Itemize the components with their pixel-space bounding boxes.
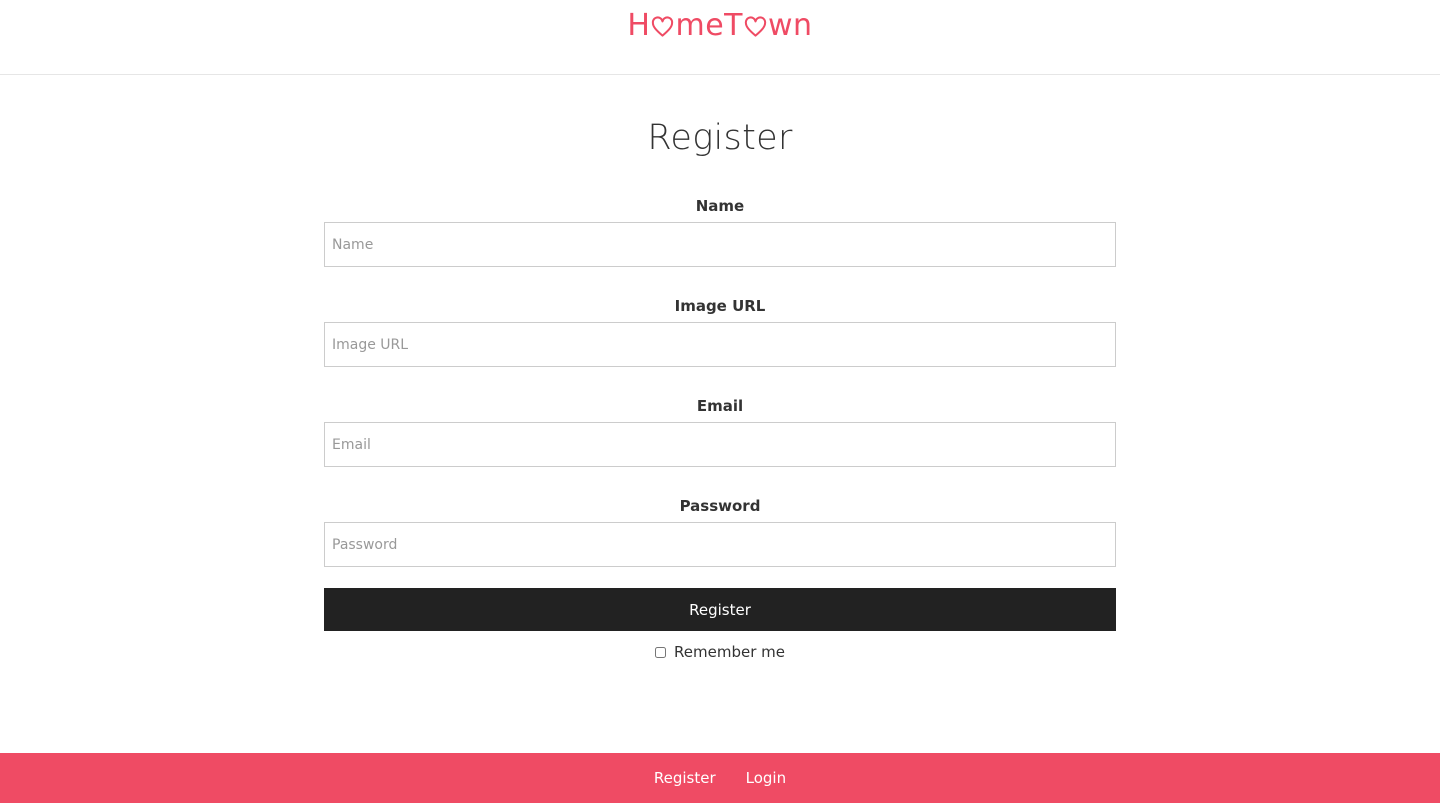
image-url-input[interactable]: [324, 322, 1116, 367]
image-url-field-group: Image URL: [324, 296, 1116, 367]
password-label: Password: [679, 497, 761, 515]
remember-me-label: Remember me: [674, 643, 785, 661]
email-field-group: Email: [324, 396, 1116, 467]
top-bar: H me T wn: [0, 0, 1440, 75]
logo-letter-h: H: [627, 8, 651, 43]
name-input[interactable]: [324, 222, 1116, 267]
register-form: Name Image URL Email Password Register R…: [324, 196, 1116, 661]
footer-register-link[interactable]: Register: [654, 769, 716, 787]
heart-icon: [652, 16, 674, 37]
heart-icon: [744, 16, 767, 37]
password-field-group: Password: [324, 496, 1116, 567]
page-title: Register: [647, 118, 793, 158]
footer-login-link[interactable]: Login: [746, 769, 786, 787]
name-field-group: Name: [324, 196, 1116, 267]
logo-letter-t: T: [724, 8, 743, 43]
logo-letters-me: me: [675, 8, 725, 43]
logo-letters-wn: wn: [768, 8, 813, 43]
remember-me-checkbox[interactable]: [655, 646, 667, 658]
email-input[interactable]: [324, 422, 1116, 467]
register-button[interactable]: Register: [324, 588, 1116, 631]
brand-logo[interactable]: H me T wn: [627, 9, 812, 43]
footer: Register Login: [0, 753, 1440, 803]
register-form-container: Register Name Image URL Email Password R…: [324, 75, 1116, 661]
image-url-label: Image URL: [674, 297, 766, 315]
remember-me-row: Remember me: [324, 643, 1116, 661]
name-label: Name: [695, 197, 745, 215]
email-label: Email: [696, 397, 744, 415]
password-input[interactable]: [324, 522, 1116, 567]
